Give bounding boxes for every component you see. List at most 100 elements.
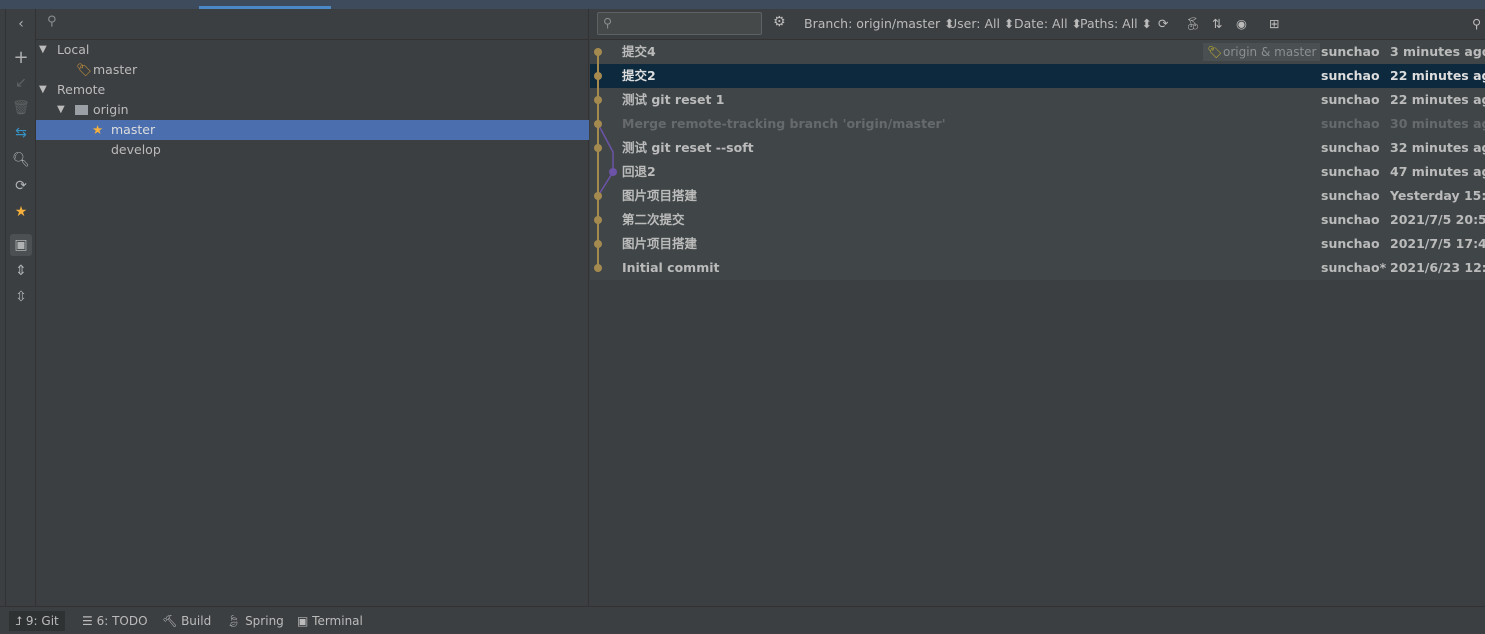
commit-date: 30 minutes ago — [1390, 116, 1485, 131]
commit-date: 22 minutes ago — [1390, 92, 1485, 107]
date-filter[interactable]: Date: All ⬍ — [1014, 16, 1082, 31]
tab-spring[interactable]: 🍃︎ Spring — [220, 611, 290, 631]
commit-author: sunchao — [1321, 140, 1380, 155]
open-new-tab-icon[interactable]: ⊞ — [1269, 16, 1279, 31]
commit-row[interactable]: Merge remote-tracking branch 'origin/mas… — [590, 112, 1485, 136]
commit-filter-input[interactable]: ⚲ — [597, 12, 762, 35]
search-icon[interactable]: ⚲ — [1472, 16, 1481, 31]
graph-commit-dot — [594, 240, 602, 248]
commit-date: 2021/7/5 20:53 — [1390, 212, 1485, 227]
graph-commit-dot — [594, 72, 602, 80]
tree-node-origin-develop[interactable]: develop — [36, 140, 589, 160]
commit-message: 图片项目搭建 — [622, 236, 698, 251]
star-icon: ★ — [92, 122, 104, 137]
graph-commit-dot — [594, 144, 602, 152]
compare-icon[interactable]: ⇆ — [10, 122, 32, 144]
favorite-icon[interactable]: ★ — [10, 201, 32, 223]
fetch-icon[interactable]: ⟳ — [10, 175, 32, 197]
commit-author: sunchao — [1321, 92, 1380, 107]
graph-commit-dot — [609, 168, 617, 176]
commit-author: sunchao — [1321, 44, 1380, 59]
commit-row[interactable]: 图片项目搭建 sunchao Yesterday 15:47 — [590, 184, 1485, 208]
commit-message: 测试 git reset --soft — [622, 140, 754, 155]
editor-tabs-strip — [0, 0, 1485, 9]
commit-row[interactable]: 提交4 🏷︎ origin & master sunchao 3 minutes ago — [590, 40, 1485, 64]
graph-commit-dot — [594, 96, 602, 104]
commit-author: sunchao — [1321, 212, 1380, 227]
commit-date: Yesterday 15:47 — [1390, 188, 1485, 203]
graph-commit-dot — [594, 264, 602, 272]
commit-author: sunchao — [1321, 188, 1380, 203]
user-filter[interactable]: User: All ⬍ — [948, 16, 1014, 31]
expand-arrow-icon: ▼ — [39, 84, 47, 95]
tab-terminal[interactable]: ▣ Terminal — [291, 611, 369, 631]
new-branch-icon[interactable]: + — [10, 46, 32, 68]
graph-commit-dot — [594, 192, 602, 200]
cherry-pick-icon[interactable]: 🍒︎ — [1185, 16, 1201, 32]
tab-git[interactable]: ⮥ 9: Git — [9, 611, 65, 631]
folder-icon — [75, 105, 88, 115]
tree-node-origin-master[interactable]: ★ master — [36, 120, 589, 140]
commit-row[interactable]: 第二次提交 sunchao 2021/7/5 20:53 — [590, 208, 1485, 232]
commit-author: sunchao — [1321, 68, 1380, 83]
log-toolbar: ⚲ ⚙ Branch: origin/master ⬍ User: All ⬍ … — [590, 9, 1485, 40]
commit-author: sunchao — [1321, 116, 1380, 131]
commit-author: sunchao* — [1321, 260, 1387, 275]
tree-node-local[interactable]: ▼ Local — [36, 40, 589, 60]
commit-author: sunchao — [1321, 236, 1380, 251]
commit-message: 提交4 — [622, 44, 656, 59]
commit-date: 3 minutes ago — [1390, 44, 1485, 59]
commit-date: 2021/7/5 17:41 — [1390, 236, 1485, 251]
tree-node-remote[interactable]: ▼ Remote — [36, 80, 589, 100]
tree-node-local-master[interactable]: 🏷︎ master — [36, 60, 589, 80]
collapse-icon[interactable]: ‹ — [10, 13, 32, 35]
group-by-directory-icon[interactable]: ▣ — [10, 234, 32, 256]
tag-icon: 🏷︎ — [76, 62, 92, 77]
tab-todo[interactable]: ☰ 6: TODO — [76, 611, 154, 631]
update-icon: ↙ — [15, 75, 27, 91]
commit-row[interactable]: 测试 git reset 1 sunchao 22 minutes ago — [590, 88, 1485, 112]
commit-message: 第二次提交 — [622, 212, 685, 227]
commit-date: 32 minutes ago — [1390, 140, 1485, 155]
refresh-icon[interactable]: ⟳ — [1158, 16, 1168, 31]
ref-label: 🏷︎ origin & master — [1203, 43, 1321, 61]
search-icon: ⚲ — [603, 15, 613, 30]
git-log-panel: ⚲ ⚙ Branch: origin/master ⬍ User: All ⬍ … — [590, 9, 1485, 606]
commit-date: 47 minutes ago — [1390, 164, 1485, 179]
commit-author: sunchao — [1321, 164, 1380, 179]
expand-arrow-icon: ▼ — [39, 44, 47, 55]
commit-message: 回退2 — [622, 164, 656, 179]
commit-row[interactable]: 回退2 sunchao 47 minutes ago — [590, 160, 1485, 184]
git-left-toolbar: ‹ + ↙ 🗑 ⇆ 🔍︎ ⟳ ★ ▣ ⇕ ⇳ — [6, 9, 36, 606]
branch-search[interactable]: ⚲ — [36, 9, 588, 40]
tag-icon: 🏷︎ — [1207, 45, 1223, 59]
tab-build[interactable]: 🔨︎ Build — [156, 611, 217, 631]
graph-branch-line — [597, 123, 614, 197]
commit-row[interactable]: Initial commit sunchao*2021/6/23 12:40 — [590, 256, 1485, 280]
commit-row[interactable]: 测试 git reset --soft sunchao 32 minutes ago — [590, 136, 1485, 160]
paths-filter[interactable]: Paths: All ⬍ — [1080, 16, 1152, 31]
sort-icon[interactable]: ⇅ — [1212, 16, 1222, 31]
expand-arrow-icon: ▼ — [57, 104, 65, 115]
collapse-all-icon[interactable]: ⇳ — [10, 286, 32, 308]
commit-message: Initial commit — [622, 260, 720, 275]
commit-message: 测试 git reset 1 — [622, 92, 725, 107]
commit-row[interactable]: 图片项目搭建 sunchao 2021/7/5 17:41 — [590, 232, 1485, 256]
expand-all-icon[interactable]: ⇕ — [10, 260, 32, 282]
search-icon: ⚲ — [47, 14, 57, 29]
branch-filter[interactable]: Branch: origin/master ⬍ — [804, 16, 955, 31]
commit-message: Merge remote-tracking branch 'origin/mas… — [622, 116, 946, 131]
commit-message: 图片项目搭建 — [622, 188, 698, 203]
commit-graph — [594, 48, 617, 272]
commit-date: 22 minutes ago — [1390, 68, 1485, 83]
search-icon[interactable]: 🔍︎ — [10, 149, 32, 171]
tree-node-origin[interactable]: ▼ origin — [36, 100, 589, 120]
graph-commit-dot — [594, 48, 602, 56]
commit-message: 提交2 — [622, 68, 656, 83]
graph-commit-dot — [594, 120, 602, 128]
settings-icon[interactable]: ⚙ — [773, 14, 786, 30]
commit-row[interactable]: 提交2 sunchao 22 minutes ago — [590, 64, 1485, 88]
branches-tree: ⚲ ▼ Local 🏷︎ master ▼ Remote ▼ origin ★ maste… — [36, 9, 589, 606]
view-options-icon[interactable]: ◉ — [1236, 16, 1247, 31]
commit-date: 2021/6/23 12:40 — [1390, 260, 1485, 275]
